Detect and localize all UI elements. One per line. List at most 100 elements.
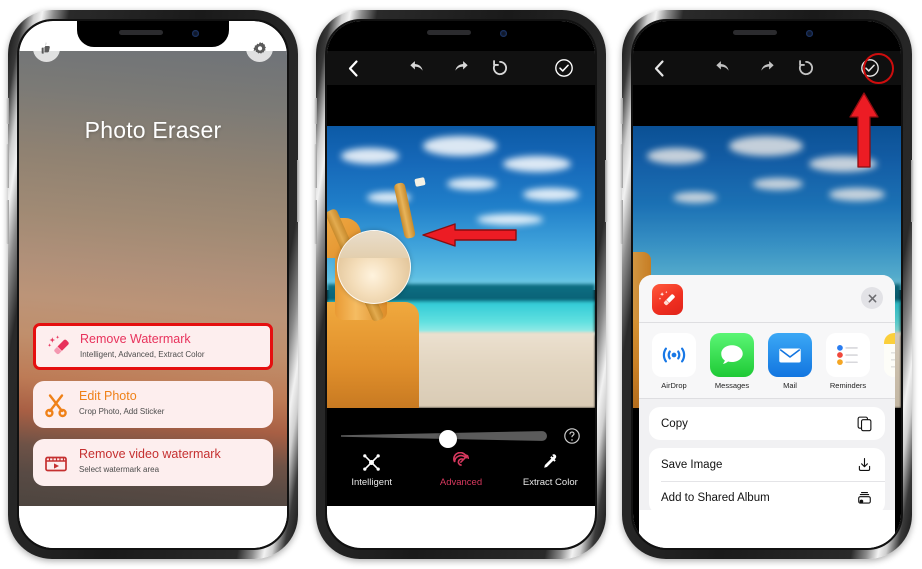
earpiece-speaker [733,30,777,35]
share-target-label: Reminders [829,381,867,390]
cloud [423,136,497,156]
share-target-mail[interactable]: Mail [768,333,812,398]
phone-power-button [297,160,300,222]
menu-item-subtitle: Select watermark area [79,465,160,474]
film-play-icon [43,450,69,476]
mail-icon [768,333,812,377]
messages-icon [710,333,754,377]
phone-notch [691,21,843,47]
back-chevron-icon[interactable] [327,51,379,85]
notes-icon [884,333,895,377]
phone-volume-down-button [314,200,317,244]
magnifier-loupe[interactable] [337,230,411,304]
editor-photo-canvas[interactable] [327,126,595,408]
menu-item-edit-photo[interactable]: Edit Photo Crop Photo, Add Sticker [33,381,273,428]
phone-volume-up-button [314,144,317,188]
phone-notch [385,21,537,47]
phone-mute-switch [620,98,623,124]
check-circle-icon[interactable] [547,51,581,85]
airdrop-icon [652,333,696,377]
home-safe-area [19,506,287,548]
share-target-messages[interactable]: Messages [710,333,754,398]
phone-volume-down-button [620,200,623,244]
cloud [503,156,571,172]
menu-item-title: Remove Watermark [80,332,191,346]
share-sheet-header [639,275,895,323]
phone-power-button [605,160,608,222]
thumbs-up-icon[interactable] [33,35,60,62]
share-target-label: AirDrop [661,381,687,390]
share-action-label: Save Image [661,458,723,471]
share-sheet: AirDrop Messages Mail Reminders Copy Sav… [639,275,895,548]
reminders-icon [826,333,870,377]
page-title: Photo Eraser [84,117,222,143]
eyedropper-icon [506,450,595,474]
share-target-notes[interactable] [884,333,895,398]
share-action-group-copy: Copy [649,407,885,440]
phone-volume-down-button [6,200,9,244]
share-sheet-safe-area [639,510,895,548]
editor-mode-tabs: Intelligent Advanced Extract Color [327,450,595,488]
tab-advanced[interactable]: Advanced [416,450,505,488]
slider-thumb[interactable] [439,430,458,448]
tab-intelligent[interactable]: Intelligent [327,450,416,488]
menu-item-remove-watermark[interactable]: Remove Watermark Intelligent, Advanced, … [33,323,273,370]
eraser-sparkle-icon [46,334,72,360]
menu-item-title: Edit Photo [79,389,137,403]
share-target-airdrop[interactable]: AirDrop [652,333,696,398]
phone-notch [77,21,229,47]
share-action-group-save: Save Image Add to Shared Album [649,448,885,514]
front-camera [500,30,507,37]
photo-eraser-app-icon [652,284,683,315]
slider-track[interactable] [341,430,547,448]
earpiece-speaker [427,30,471,35]
phone-power-button [911,160,914,222]
cloud [341,148,399,164]
menu-item-subtitle: Crop Photo, Add Sticker [79,407,165,416]
phone-volume-up-button [620,144,623,188]
annotation-arrow-left [419,222,517,248]
phone-mute-switch [314,98,317,124]
phone-mockup-editor: Intelligent Advanced Extract Color [314,10,608,559]
share-screen: AirDrop Messages Mail Reminders Copy Sav… [633,21,901,548]
front-camera [192,30,199,37]
share-action-save-image[interactable]: Save Image [649,448,885,481]
editor-toolbar [327,51,595,85]
help-icon[interactable] [563,427,581,445]
gear-icon[interactable] [246,35,273,62]
download-icon [856,456,873,473]
menu-item-remove-video-watermark[interactable]: Remove video watermark Select watermark … [33,439,273,486]
phone-volume-up-button [6,144,9,188]
share-action-label: Copy [661,417,688,430]
home-menu-list: Remove Watermark Intelligent, Advanced, … [33,312,273,486]
share-action-copy[interactable]: Copy [649,407,885,440]
undo-icon[interactable] [409,51,428,85]
editor-safe-area [327,506,595,548]
annotation-arrow-up [847,91,881,169]
reset-icon[interactable] [491,51,509,85]
shared-album-icon [856,489,873,506]
share-app-row: AirDrop Messages Mail Reminders [639,323,895,399]
menu-item-title: Remove video watermark [79,447,221,461]
cloud [447,178,497,190]
scissors-icon [43,392,69,418]
menu-item-subtitle: Intelligent, Advanced, Extract Color [80,350,205,359]
earpiece-speaker [119,30,163,35]
tab-label: Advanced [439,477,483,488]
share-action-label: Add to Shared Album [661,491,770,504]
tab-extract-color[interactable]: Extract Color [506,450,595,488]
screenshot-stage: Photo Eraser Remove Watermark Intelligen… [0,0,922,569]
target-icon [416,450,505,474]
phone-mute-switch [6,98,9,124]
phone-mockup-share: AirDrop Messages Mail Reminders Copy Sav… [620,10,914,559]
share-target-label: Messages [714,381,750,390]
editor-screen: Intelligent Advanced Extract Color [327,21,595,548]
front-camera [806,30,813,37]
share-target-reminders[interactable]: Reminders [826,333,870,398]
brush-size-slider[interactable] [341,424,581,448]
phone-mockup-home: Photo Eraser Remove Watermark Intelligen… [6,10,300,559]
close-icon[interactable] [861,287,883,309]
intelligent-icon [327,450,416,474]
share-target-label: Mail [783,381,797,390]
redo-icon[interactable] [450,51,469,85]
